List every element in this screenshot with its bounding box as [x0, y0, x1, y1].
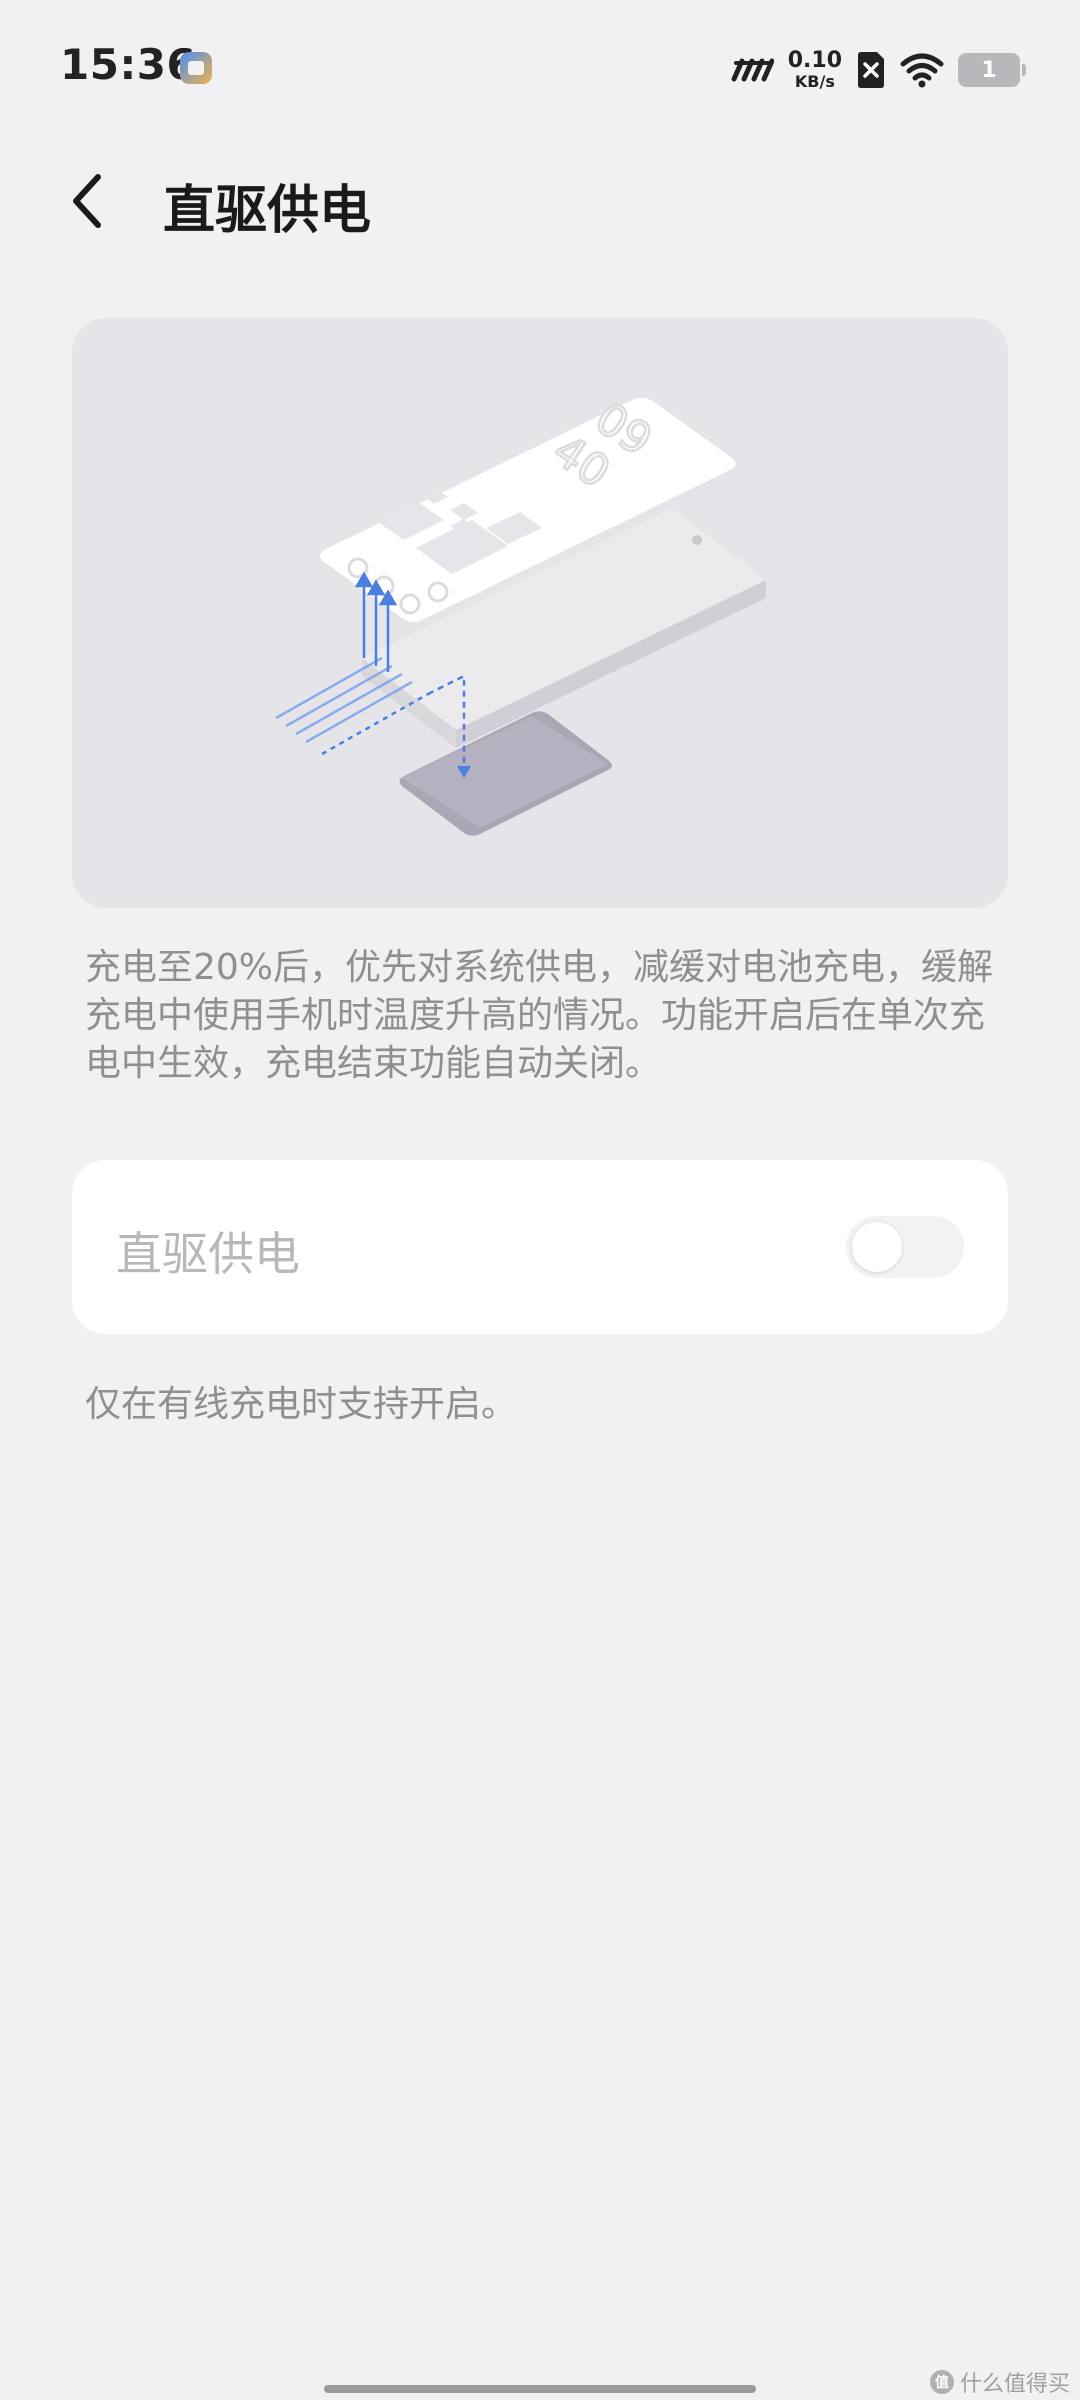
app-notification-icon — [180, 52, 212, 84]
illustration-card: 09 40 — [72, 318, 1008, 908]
no-sim-icon — [858, 52, 884, 88]
network-speed-value: 0.10 — [787, 48, 842, 73]
watermark: 值 什么值得买 — [929, 2366, 1070, 2398]
battery-icon: 1 — [958, 53, 1026, 87]
status-bar: 15:36 0.10 KB/s 1 — [0, 0, 1080, 140]
back-button[interactable] — [58, 166, 118, 236]
toggle-knob — [852, 1222, 902, 1272]
wired-only-note: 仅在有线充电时支持开启。 — [85, 1384, 518, 1425]
battery-level: 1 — [981, 57, 997, 83]
watermark-logo: 值 — [929, 2370, 954, 2394]
network-speed-unit: KB/s — [794, 72, 835, 91]
toggle-label: 直驱供电 — [116, 1227, 300, 1281]
chevron-left-icon — [73, 174, 101, 228]
direct-power-illustration: 09 40 — [275, 392, 766, 836]
page-title: 直驱供电 — [163, 181, 372, 241]
direct-power-toggle[interactable] — [846, 1216, 964, 1278]
header: 直驱供电 — [0, 140, 1080, 260]
watermark-text: 什么值得买 — [959, 2372, 1070, 2397]
network-speed: 0.10 KB/s — [788, 50, 842, 90]
hd-signal-icon — [731, 58, 774, 82]
home-indicator[interactable] — [324, 2385, 756, 2393]
direct-power-setting-card: 直驱供电 — [72, 1160, 1008, 1334]
feature-description: 充电至20%后，优先对系统供电，减缓对电池充电，缓解充电中使用手机时温度升高的情… — [85, 947, 994, 1084]
status-time: 15:36 — [60, 40, 197, 89]
charger-pad — [399, 711, 612, 836]
wifi-icon — [900, 53, 944, 88]
